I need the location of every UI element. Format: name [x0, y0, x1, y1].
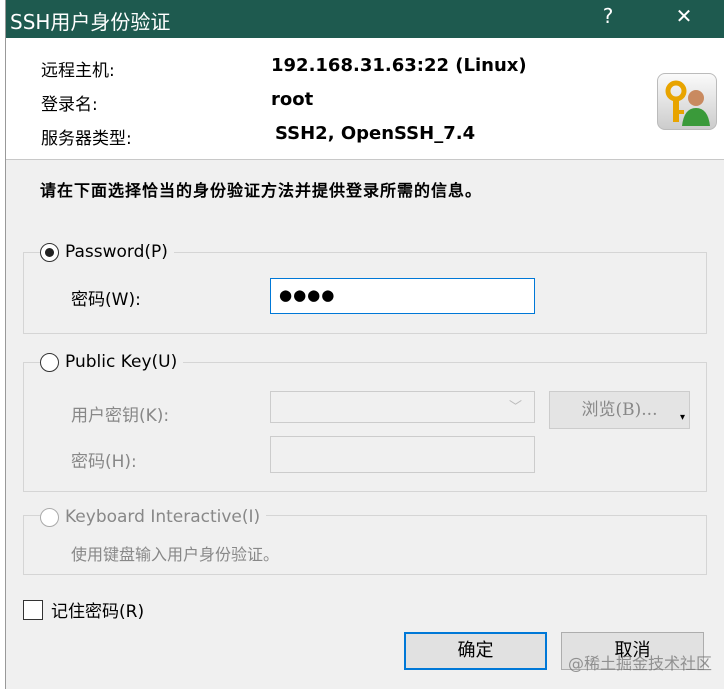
public-key-radio-label: Public Key(U) [65, 352, 178, 372]
password-radio-label: Password(P) [65, 242, 168, 262]
password-field-label: 密码(W): [71, 290, 141, 310]
keyboard-interactive-desc: 使用键盘输入用户身份验证。 [71, 545, 280, 564]
password-input[interactable]: ●●●● [270, 278, 535, 314]
server-type-label: 服务器类型: [41, 129, 132, 149]
dropdown-arrow-icon: ▾ [679, 412, 685, 423]
watermark: @稀土掘金技术社区 [568, 654, 713, 673]
passphrase-label: 密码(H): [71, 452, 137, 472]
login-label: 登录名: [41, 95, 98, 115]
remember-password-checkbox[interactable]: 记住密码(R) [23, 597, 144, 622]
close-button[interactable]: ✕ [664, 4, 704, 28]
instruction-text: 请在下面选择恰当的身份验证方法并提供登录所需的信息。 [40, 181, 483, 200]
browse-button[interactable]: 浏览(B)... ▾ [549, 391, 690, 429]
user-key-select[interactable]: ﹀ [270, 391, 535, 423]
window-title: SSH用户身份验证 [10, 10, 171, 34]
radio-disabled-icon [40, 507, 59, 527]
radio-selected-icon [40, 242, 59, 262]
passphrase-input[interactable] [270, 436, 535, 473]
public-key-radio[interactable]: Public Key(U) [40, 352, 184, 372]
remote-host-label: 远程主机: [41, 61, 115, 81]
remember-password-label: 记住密码(R) [51, 602, 145, 622]
title-bar: SSH用户身份验证 ? ✕ [6, 0, 724, 38]
keyboard-interactive-label: Keyboard Interactive(I) [65, 507, 261, 527]
chevron-down-icon: ﹀ [508, 400, 522, 415]
password-radio[interactable]: Password(P) [40, 242, 174, 262]
radio-unselected-icon [40, 352, 59, 372]
user-key-icon [657, 73, 717, 130]
checkbox-icon [23, 599, 43, 620]
connection-info: 远程主机: 192.168.31.63:22 (Linux) 登录名: root… [6, 38, 724, 160]
help-button[interactable]: ? [588, 4, 628, 28]
browse-label: 浏览(B)... [581, 400, 658, 420]
ok-button[interactable]: 确定 [404, 632, 547, 670]
remote-host-value: 192.168.31.63:22 (Linux) [271, 55, 527, 76]
server-type-value: SSH2, OpenSSH_7.4 [275, 123, 476, 144]
keyboard-interactive-radio[interactable]: Keyboard Interactive(I) [40, 507, 267, 527]
user-key-label: 用户密钥(K): [71, 406, 170, 426]
login-value: root [271, 89, 314, 110]
